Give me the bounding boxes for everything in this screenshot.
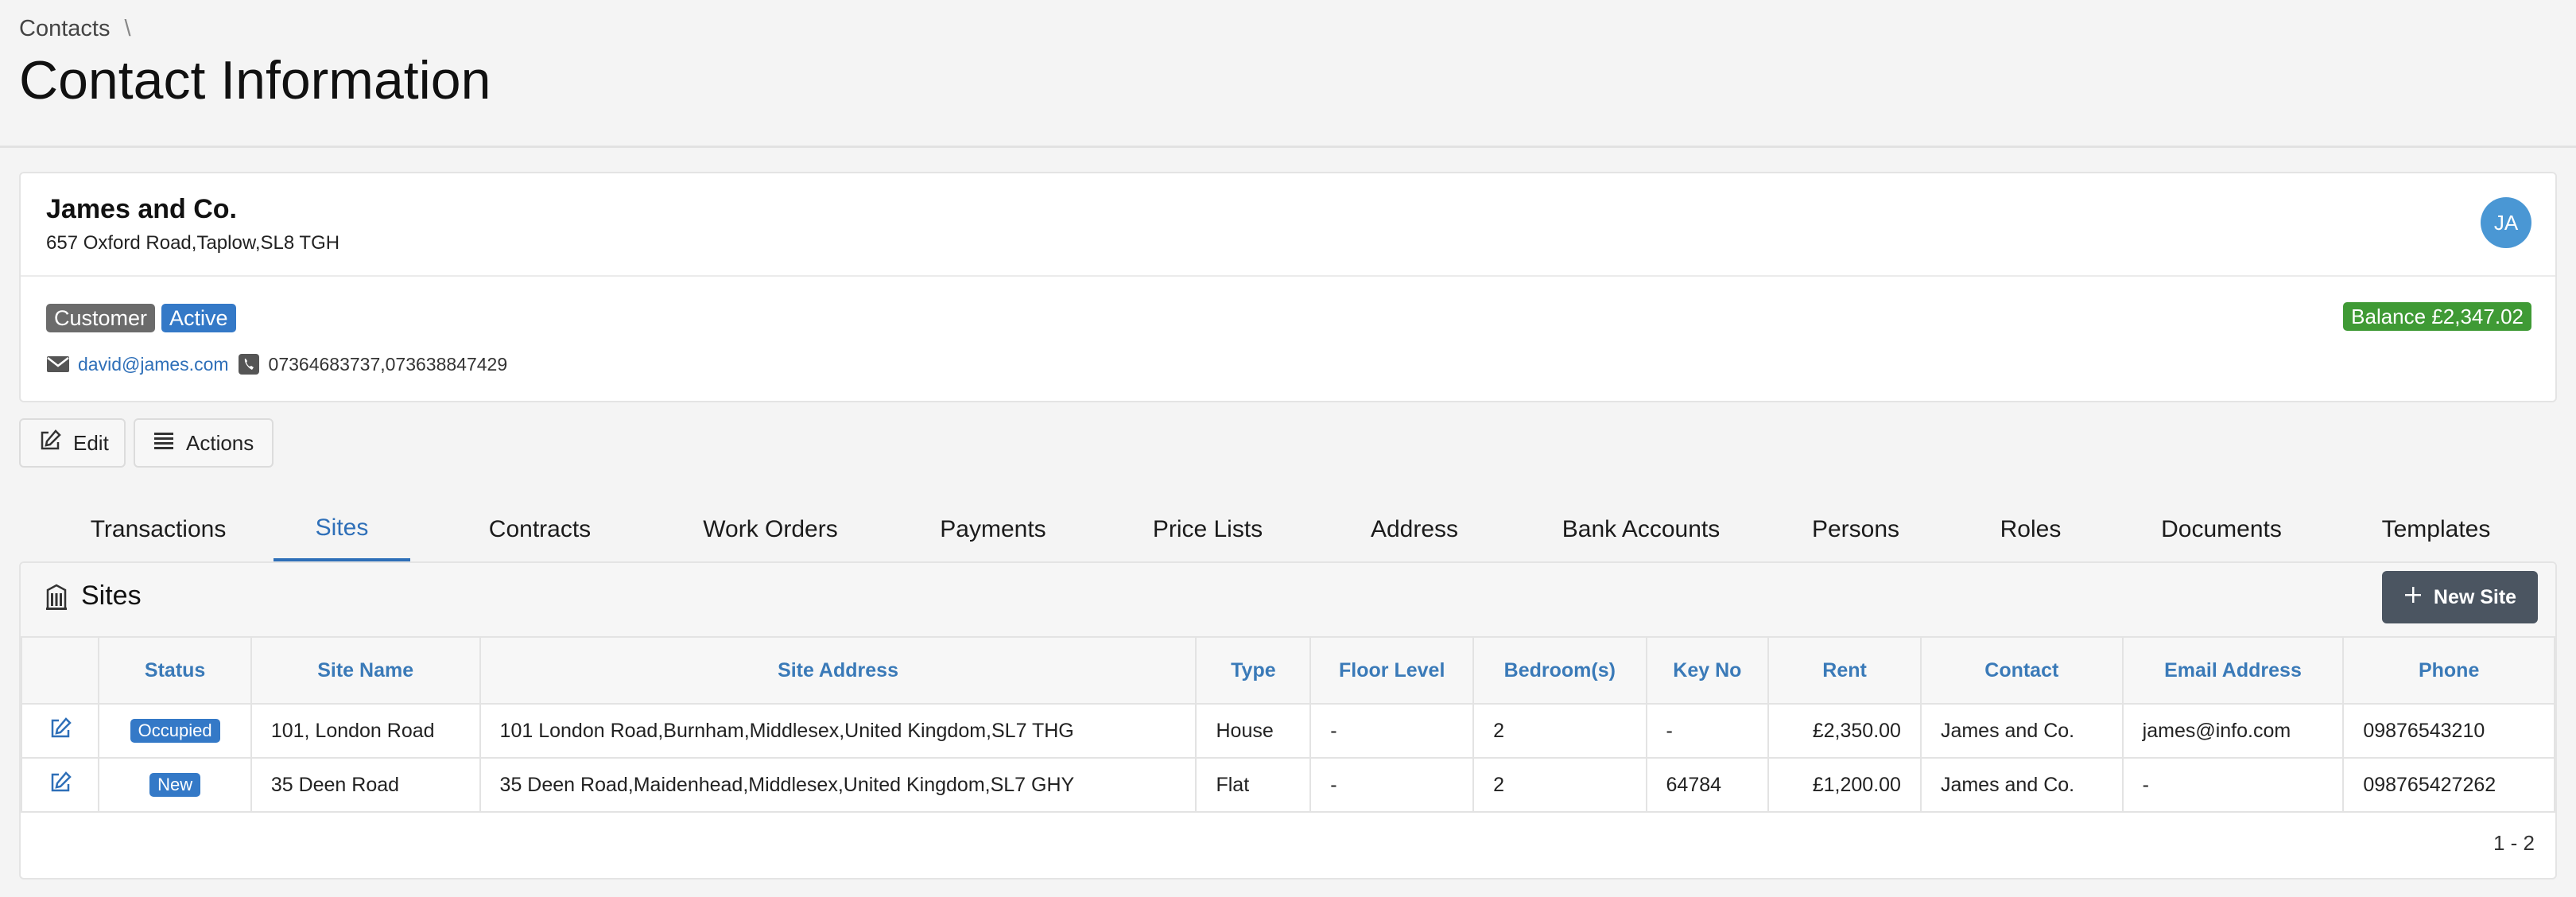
- column-header-email[interactable]: Email Address: [2121, 636, 2345, 705]
- key-no-cell: -: [1645, 703, 1770, 759]
- tab-sites[interactable]: Sites: [274, 498, 410, 561]
- plus-icon: [2403, 585, 2423, 610]
- tab-address[interactable]: Address: [1323, 498, 1506, 561]
- type-cell: House: [1195, 703, 1312, 759]
- contact-name: James and Co.: [46, 194, 237, 224]
- tab-bar: Transactions Sites Contracts Work Orders…: [19, 498, 2557, 561]
- building-icon: [45, 584, 68, 615]
- contact-card-header: James and Co. 657 Oxford Road,Taplow,SL8…: [21, 173, 2555, 277]
- tab-work-orders[interactable]: Work Orders: [663, 498, 878, 561]
- column-header-type[interactable]: Type: [1195, 636, 1312, 705]
- tab-price-lists[interactable]: Price Lists: [1108, 498, 1307, 561]
- email-cell: james@info.com: [2121, 703, 2345, 759]
- customer-badge: Customer: [46, 304, 156, 332]
- email-cell: -: [2121, 757, 2345, 813]
- active-badge: Active: [161, 304, 236, 332]
- contact-cell: James and Co.: [1919, 703, 2124, 759]
- site-name-cell: 35 Deen Road: [250, 757, 481, 813]
- page-header: Contacts \ Contact Information: [0, 0, 2576, 148]
- column-header-bedrooms[interactable]: Bedroom(s): [1472, 636, 1647, 705]
- actions-button[interactable]: Actions: [134, 418, 274, 468]
- edit-icon: [38, 429, 62, 458]
- sites-table: Status Site Name Site Address Type Floor…: [21, 636, 2555, 813]
- phone-cell: 09876543210: [2342, 703, 2555, 759]
- contact-card: James and Co. 657 Oxford Road,Taplow,SL8…: [19, 172, 2557, 402]
- type-cell: Flat: [1195, 757, 1312, 813]
- contact-address: 657 Oxford Road,Taplow,SL8 TGH: [46, 232, 340, 254]
- status-badge: New: [149, 773, 201, 797]
- tab-transactions[interactable]: Transactions: [51, 498, 266, 561]
- rent-cell: £2,350.00: [1767, 703, 1922, 759]
- column-header-phone[interactable]: Phone: [2342, 636, 2555, 705]
- status-badges: Customer Active: [46, 304, 236, 332]
- table-header-row: Status Site Name Site Address Type Floor…: [21, 636, 2555, 705]
- bedrooms-cell: 2: [1472, 703, 1647, 759]
- column-header-site-address[interactable]: Site Address: [479, 636, 1197, 705]
- rent-cell: £1,200.00: [1767, 757, 1922, 813]
- column-header-status[interactable]: Status: [98, 636, 252, 705]
- balance-badge: Balance £2,347.02: [2343, 302, 2531, 331]
- phone-numbers: 07364683737,073638847429: [268, 353, 508, 375]
- tab-bank-accounts[interactable]: Bank Accounts: [1522, 498, 1760, 561]
- floor-level-cell: -: [1309, 757, 1475, 813]
- site-address-cell: 101 London Road,Burnham,Middlesex,United…: [479, 703, 1197, 759]
- envelope-icon: [46, 353, 70, 375]
- table-row[interactable]: Occupied 101, London Road 101 London Roa…: [21, 703, 2555, 759]
- column-header-key-no[interactable]: Key No: [1645, 636, 1770, 705]
- tab-payments[interactable]: Payments: [902, 498, 1084, 561]
- column-header-actions: [21, 636, 100, 705]
- row-edit-button[interactable]: [21, 757, 100, 813]
- site-address-cell: 35 Deen Road,Maidenhead,Middlesex,United…: [479, 757, 1197, 813]
- contact-details: david@james.com 07364683737,073638847429: [46, 353, 507, 375]
- edit-label: Edit: [73, 430, 109, 455]
- actions-label: Actions: [186, 430, 254, 455]
- bedrooms-cell: 2: [1472, 757, 1647, 813]
- menu-icon: [153, 430, 175, 456]
- status-badge: Occupied: [130, 719, 220, 743]
- page-title: Contact Information: [19, 50, 491, 111]
- column-header-contact[interactable]: Contact: [1919, 636, 2124, 705]
- breadcrumb-separator: \: [124, 16, 131, 41]
- edit-button[interactable]: Edit: [19, 418, 126, 468]
- column-header-rent[interactable]: Rent: [1767, 636, 1922, 705]
- phone-cell: 098765427262: [2342, 757, 2555, 813]
- phone-icon: [237, 353, 261, 375]
- tab-templates[interactable]: Templates: [2341, 498, 2531, 561]
- email-link[interactable]: david@james.com: [78, 354, 229, 375]
- tab-documents[interactable]: Documents: [2118, 498, 2325, 561]
- key-no-cell: 64784: [1645, 757, 1770, 813]
- table-row[interactable]: New 35 Deen Road 35 Deen Road,Maidenhead…: [21, 757, 2555, 813]
- tab-roles[interactable]: Roles: [1959, 498, 2102, 561]
- sites-panel: Sites New Site Status Site Name Site Add…: [19, 561, 2557, 880]
- column-header-site-name[interactable]: Site Name: [250, 636, 481, 705]
- status-cell: New: [98, 757, 252, 813]
- floor-level-cell: -: [1309, 703, 1475, 759]
- edit-icon: [48, 771, 72, 799]
- sites-title: Sites: [81, 581, 142, 611]
- avatar[interactable]: JA: [2481, 197, 2531, 248]
- site-name-cell: 101, London Road: [250, 703, 481, 759]
- sites-panel-header: Sites New Site: [21, 563, 2555, 636]
- column-header-floor-level[interactable]: Floor Level: [1309, 636, 1475, 705]
- new-site-button[interactable]: New Site: [2382, 571, 2538, 623]
- contact-cell: James and Co.: [1919, 757, 2124, 813]
- pagination-summary: 1 - 2: [2493, 831, 2535, 855]
- status-cell: Occupied: [98, 703, 252, 759]
- breadcrumb: Contacts \: [19, 16, 131, 42]
- new-site-label: New Site: [2433, 585, 2517, 608]
- tab-contracts[interactable]: Contracts: [448, 498, 631, 561]
- edit-icon: [48, 716, 72, 745]
- breadcrumb-contacts-link[interactable]: Contacts: [19, 16, 110, 42]
- tab-persons[interactable]: Persons: [1768, 498, 1943, 561]
- row-edit-button[interactable]: [21, 703, 100, 759]
